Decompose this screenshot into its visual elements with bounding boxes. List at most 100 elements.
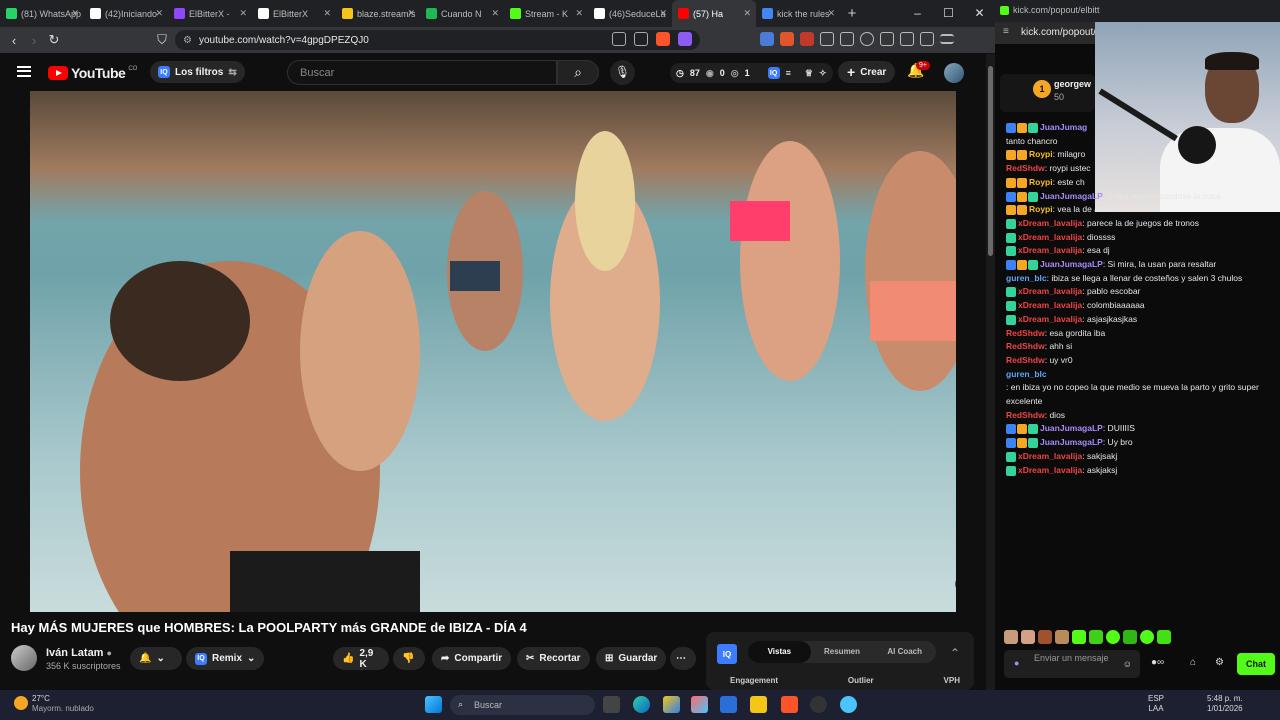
search-icon[interactable]: ⌕ — [557, 60, 599, 85]
emote-icon[interactable] — [1140, 630, 1154, 644]
maximize-icon[interactable]: ☐ — [933, 0, 964, 27]
browser-tab[interactable]: (57) Ha ✕ — [672, 0, 756, 27]
chat-username[interactable]: JuanJumagaLP — [1040, 258, 1103, 272]
chat-username[interactable]: JuanJumag — [1040, 121, 1087, 135]
obs-icon[interactable] — [810, 696, 827, 713]
forward-icon[interactable]: › — [24, 33, 44, 48]
pip-icon[interactable] — [634, 32, 648, 46]
minimize-icon[interactable]: – — [902, 0, 933, 27]
save-button[interactable]: ⊞ Guardar — [596, 647, 667, 670]
scrollbar-thumb[interactable] — [988, 66, 993, 256]
chat-leaderboard[interactable]: 1 georgew 50 — [1000, 74, 1095, 112]
brave-shield-icon[interactable] — [656, 32, 670, 46]
chat-username[interactable]: JuanJumagaLP — [1040, 190, 1103, 204]
chat-username[interactable]: guren_blc — [1006, 368, 1047, 382]
chat-username[interactable]: RedShdw — [1006, 340, 1045, 354]
chat-username[interactable]: xDream_lavalija — [1018, 217, 1082, 231]
tab-close-icon[interactable]: ✕ — [743, 8, 751, 19]
tab-close-icon[interactable]: ✕ — [659, 8, 667, 19]
chat-username[interactable]: JuanJumagaLP — [1040, 436, 1103, 450]
remix-button[interactable]: IQ Remix ⌄ — [186, 647, 265, 670]
chat-username[interactable]: xDream_lavalija — [1018, 299, 1082, 313]
chat-username[interactable]: xDream_lavalija — [1018, 244, 1082, 258]
extension-m-icon[interactable] — [800, 32, 814, 46]
emote-icon[interactable] — [1055, 630, 1069, 644]
tab-close-icon[interactable]: ✕ — [71, 8, 79, 19]
chat-username[interactable]: RedShdw — [1006, 354, 1045, 368]
emote-icon[interactable] — [1157, 630, 1171, 644]
tab-close-icon[interactable]: ✕ — [155, 8, 163, 19]
emote-icon[interactable] — [1089, 630, 1103, 644]
browser-tab[interactable]: kick the rules ✕ — [756, 0, 840, 27]
browser-tab[interactable]: Cuando N ✕ — [420, 0, 504, 27]
live-stats[interactable]: ◷ 87 ◉ 0 ◎ 1 IQ ≡ ♕ ✧ — [670, 63, 833, 83]
chat-username[interactable]: xDream_lavalija — [1018, 285, 1082, 299]
brave-icon[interactable] — [781, 696, 798, 713]
iq-tab[interactable]: AI Coach — [873, 641, 936, 663]
filters-button[interactable]: IQ Los filtros ⇆ — [150, 61, 245, 83]
sidebar-icon[interactable] — [880, 32, 894, 46]
rewards-icon[interactable] — [678, 32, 692, 46]
menu-icon[interactable] — [940, 34, 954, 44]
leo-icon[interactable] — [900, 32, 914, 46]
back-icon[interactable]: ‹ — [4, 33, 24, 48]
copilot-icon[interactable] — [663, 696, 680, 713]
close-window-icon[interactable]: ✕ — [964, 0, 995, 27]
chat-settings-icon[interactable]: ⚙ — [1215, 657, 1224, 668]
account-avatar[interactable] — [944, 63, 964, 83]
subscribe-bell-button[interactable]: 🔔 ⌄ — [130, 647, 182, 670]
browser-tab[interactable]: ElBitterX ✕ — [252, 0, 336, 27]
tab-close-icon[interactable]: ✕ — [827, 8, 835, 19]
chat-username[interactable]: Roypi — [1029, 203, 1053, 217]
emote-icon[interactable] — [1004, 630, 1018, 644]
share-button[interactable]: ➦ Compartir — [432, 647, 512, 670]
windows-start-icon[interactable] — [425, 696, 442, 713]
new-tab-icon[interactable]: + — [840, 5, 864, 22]
more-button[interactable]: ⋯ — [670, 647, 696, 670]
kick-tab[interactable]: kick.com/popout/elbitt — [995, 0, 1280, 22]
screenshot-icon[interactable] — [840, 32, 854, 46]
chat-username[interactable]: guren_blc — [1006, 272, 1047, 286]
chat-username[interactable]: Roypi — [1029, 148, 1053, 162]
emote-icon[interactable] — [1038, 630, 1052, 644]
kick-menu-icon[interactable]: ≡ — [1003, 26, 1009, 37]
translate-icon[interactable] — [760, 32, 774, 46]
photos-icon[interactable] — [691, 696, 708, 713]
page-scrollbar[interactable] — [986, 54, 995, 690]
hamburger-menu-icon[interactable] — [17, 66, 31, 77]
like-button[interactable]: 👍 2,9 K — [333, 647, 389, 670]
chat-username[interactable]: RedShdw — [1006, 162, 1045, 176]
channel-name[interactable]: Iván Latam ● — [46, 647, 112, 659]
chat-username[interactable]: Roypi — [1029, 176, 1053, 190]
emote-icon[interactable] — [1072, 630, 1086, 644]
channel-avatar[interactable] — [11, 645, 37, 671]
bookmark-icon[interactable]: ⛉ — [152, 32, 172, 48]
music-icon[interactable] — [860, 32, 874, 46]
reload-icon[interactable]: ↻ — [44, 32, 64, 48]
browser-tab[interactable]: blaze.stream/s ✕ — [336, 0, 420, 27]
iq-tab[interactable]: Resumen — [811, 641, 874, 663]
tab-close-icon[interactable]: ✕ — [323, 8, 331, 19]
tab-close-icon[interactable]: ✕ — [491, 8, 499, 19]
youtube-logo[interactable]: YouTube CO — [48, 65, 137, 81]
create-button[interactable]: + Crear — [838, 61, 896, 83]
explorer-icon[interactable] — [750, 696, 767, 713]
collapse-icon[interactable]: ⌃ — [950, 646, 960, 660]
dislike-button[interactable]: 👎 — [393, 647, 425, 670]
video-player[interactable] — [30, 91, 956, 612]
site-info-icon[interactable]: ⚙ — [183, 35, 192, 46]
puzzle-icon[interactable] — [820, 32, 834, 46]
store-icon[interactable]: ⌂ — [1190, 657, 1196, 668]
browser-tab[interactable]: Stream - K ✕ — [504, 0, 588, 27]
browser-tab[interactable]: ElBitterX - ✕ — [168, 0, 252, 27]
extension-red-icon[interactable] — [780, 32, 794, 46]
chat-username[interactable]: xDream_lavalija — [1018, 313, 1082, 327]
emote-icon[interactable] — [1123, 630, 1137, 644]
tab-close-icon[interactable]: ✕ — [575, 8, 583, 19]
chat-users-icon[interactable]: ●∞ — [1151, 657, 1164, 668]
weather-widget[interactable]: 27°C Mayorm. nublado — [12, 694, 94, 714]
emoji-icon[interactable]: ☺ — [1123, 659, 1132, 669]
chat-input[interactable]: ● Enviar un mensaje ☺ — [1004, 650, 1140, 678]
vpn-icon[interactable] — [920, 32, 934, 46]
tab-close-icon[interactable]: ✕ — [239, 8, 247, 19]
